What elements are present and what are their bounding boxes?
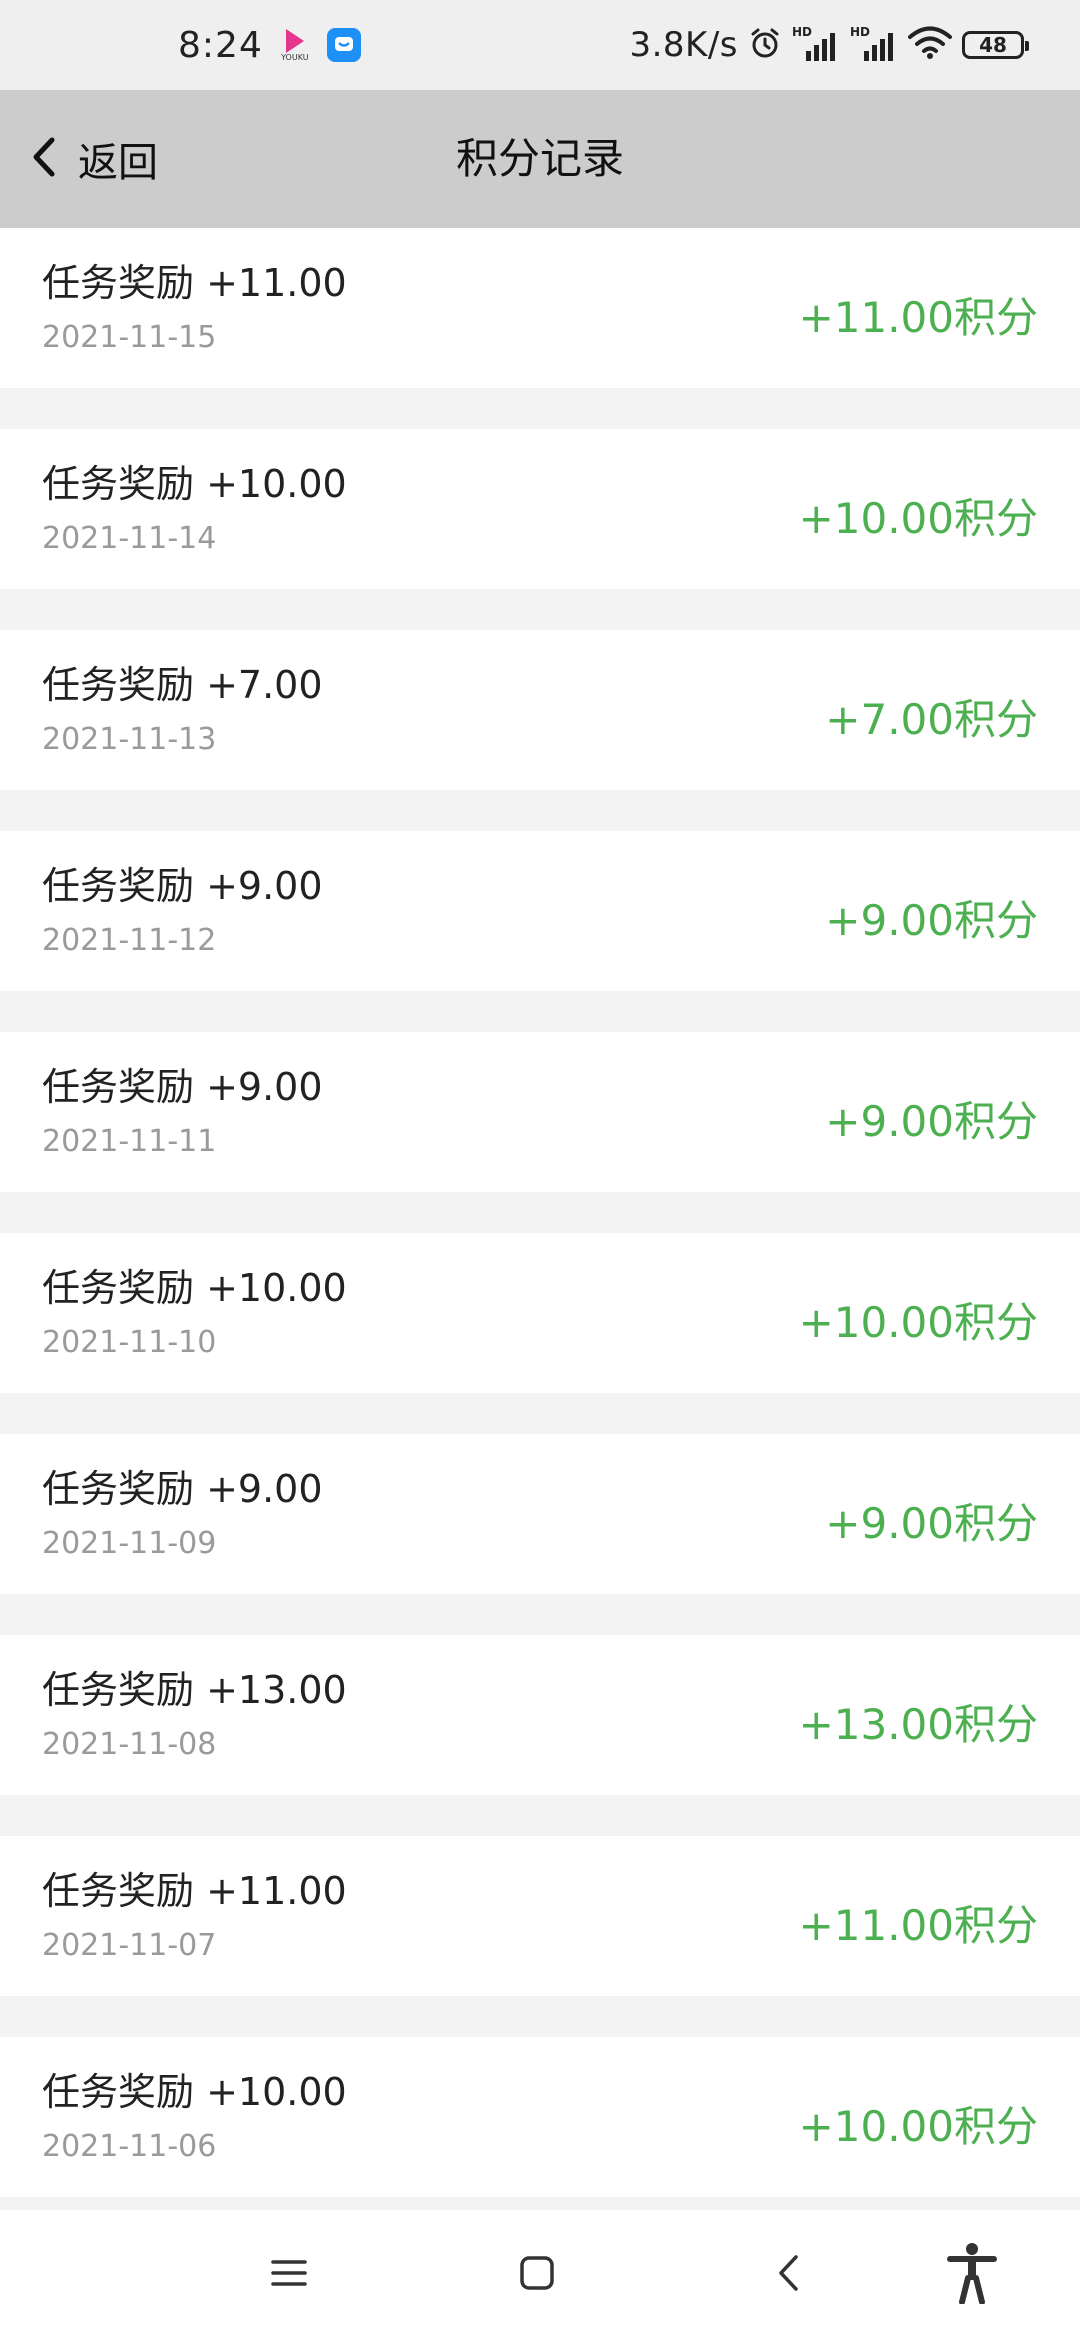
list-item[interactable]: 任务奖励 +9.00 2021-11-09 +9.00积分 — [0, 1434, 1080, 1594]
record-date: 2021-11-11 — [42, 1124, 217, 1159]
record-title: 任务奖励 +9.00 — [42, 1467, 323, 1511]
record-title: 任务奖励 +11.00 — [42, 261, 347, 305]
record-amount: +11.00积分 — [798, 1901, 1038, 1950]
record-amount: +10.00积分 — [798, 1298, 1038, 1347]
record-amount: +9.00积分 — [825, 1499, 1038, 1548]
nav-back-button[interactable] — [728, 2210, 848, 2340]
record-title: 任务奖励 +9.00 — [42, 864, 323, 908]
back-label: 返回 — [78, 140, 158, 186]
system-navigation-bar — [0, 2210, 1080, 2340]
list-item[interactable]: 任务奖励 +7.00 2021-11-13 +7.00积分 — [0, 630, 1080, 790]
chevron-left-icon — [30, 136, 56, 182]
record-date: 2021-11-08 — [42, 1727, 217, 1762]
list-item[interactable]: 任务奖励 +9.00 2021-11-11 +9.00积分 — [0, 1032, 1080, 1192]
record-title: 任务奖励 +10.00 — [42, 462, 347, 506]
back-button[interactable]: 返回 — [30, 90, 158, 228]
page-title: 积分记录 — [455, 134, 624, 183]
battery-level: 48 — [979, 33, 1007, 57]
list-item[interactable]: 任务奖励 +9.00 2021-11-12 +9.00积分 — [0, 831, 1080, 991]
record-amount: +7.00积分 — [825, 695, 1038, 744]
menu-icon — [271, 2258, 307, 2292]
top-bar: 返回 积分记录 — [0, 90, 1080, 228]
messenger-app-icon — [326, 28, 361, 62]
record-title: 任务奖励 +11.00 — [42, 1869, 347, 1913]
home-button[interactable] — [477, 2210, 597, 2340]
list-item[interactable]: 任务奖励 +11.00 2021-11-07 +11.00积分 — [0, 1836, 1080, 1996]
network-speed: 3.8K/s — [629, 25, 738, 65]
record-date: 2021-11-14 — [42, 521, 217, 556]
record-amount: +9.00积分 — [825, 896, 1038, 945]
accessibility-icon — [947, 2242, 997, 2308]
record-date: 2021-11-10 — [42, 1325, 217, 1360]
youku-label: YOUKU — [281, 53, 309, 62]
youku-app-icon: YOUKU — [277, 27, 313, 63]
wifi-icon — [908, 26, 952, 64]
accessibility-button[interactable] — [912, 2210, 1032, 2340]
record-amount: +10.00积分 — [798, 494, 1038, 543]
record-amount: +13.00积分 — [798, 1700, 1038, 1749]
record-date: 2021-11-07 — [42, 1928, 217, 1963]
status-left: 8:24 YOUKU — [178, 0, 361, 90]
battery-indicator: 48 — [962, 31, 1029, 59]
list-item[interactable]: 任务奖励 +10.00 2021-11-10 +10.00积分 — [0, 1233, 1080, 1393]
list-item[interactable]: 任务奖励 +10.00 2021-11-06 +10.00积分 — [0, 2037, 1080, 2197]
signal-icon-1: HD — [792, 25, 840, 65]
record-amount: +10.00积分 — [798, 2102, 1038, 2151]
signal-icon-2: HD — [850, 25, 898, 65]
back-icon — [776, 2253, 800, 2297]
record-title: 任务奖励 +10.00 — [42, 1266, 347, 1310]
record-date: 2021-11-12 — [42, 923, 217, 958]
list-item[interactable]: 任务奖励 +13.00 2021-11-08 +13.00积分 — [0, 1635, 1080, 1795]
list-item[interactable]: 任务奖励 +11.00 2021-11-15 +11.00积分 — [0, 228, 1080, 388]
record-title: 任务奖励 +7.00 — [42, 663, 323, 707]
record-amount: +9.00积分 — [825, 1097, 1038, 1146]
alarm-icon — [748, 26, 782, 64]
record-title: 任务奖励 +13.00 — [42, 1668, 347, 1712]
record-amount: +11.00积分 — [798, 293, 1038, 342]
menu-button[interactable] — [229, 2210, 349, 2340]
status-time: 8:24 — [178, 24, 263, 66]
record-date: 2021-11-06 — [42, 2129, 217, 2164]
record-date: 2021-11-09 — [42, 1526, 217, 1561]
record-title: 任务奖励 +9.00 — [42, 1065, 323, 1109]
signal-1-label: HD — [792, 25, 813, 39]
status-right: 3.8K/s HD HD 48 — [629, 0, 1029, 90]
status-bar: 8:24 YOUKU 3.8K/s HD HD 48 — [0, 0, 1080, 90]
list-item[interactable]: 任务奖励 +10.00 2021-11-14 +10.00积分 — [0, 429, 1080, 589]
signal-2-label: HD — [850, 25, 871, 39]
home-icon — [519, 2255, 555, 2295]
record-title: 任务奖励 +10.00 — [42, 2070, 347, 2114]
record-date: 2021-11-15 — [42, 320, 217, 355]
record-date: 2021-11-13 — [42, 722, 217, 757]
